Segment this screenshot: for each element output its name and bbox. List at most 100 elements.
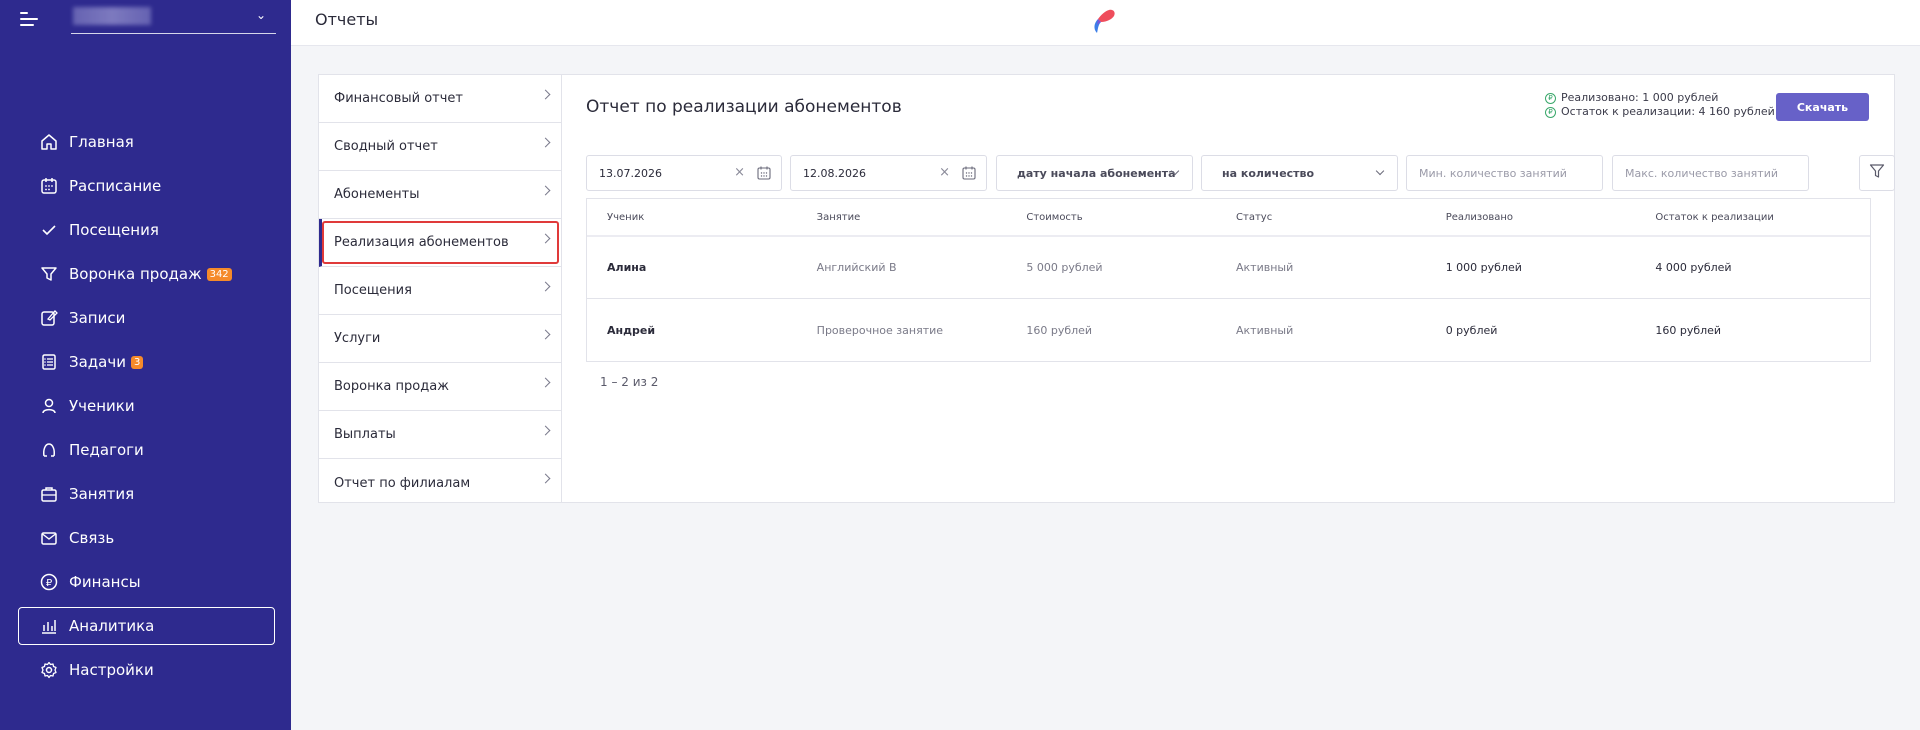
- table-row[interactable]: Андрей Проверочное занятие 160 рублей Ак…: [587, 299, 1870, 361]
- download-button[interactable]: Скачать: [1776, 93, 1869, 121]
- cell-lesson: Проверочное занятие: [816, 323, 944, 337]
- pagination-info: 1 – 2 из 2: [600, 375, 659, 389]
- cell-remaining: 4 000 рублей: [1655, 261, 1732, 274]
- cell-status: Активный: [1236, 323, 1294, 337]
- nav-item-label: Расписание: [69, 177, 162, 195]
- chevron-right-icon: [540, 329, 551, 340]
- nav-item-analytics[interactable]: Аналитика: [18, 607, 275, 645]
- report-panel: Отчет по реализации абонементов ₽ Реализо…: [562, 74, 1895, 503]
- nav-item-students[interactable]: Ученики: [18, 387, 275, 425]
- chevron-down-icon: [1375, 166, 1385, 176]
- report-item-subscription-realization[interactable]: Реализация абонементов: [319, 219, 561, 267]
- summary-remaining: ₽ Остаток к реализации: 4 160 рублей: [1545, 105, 1775, 119]
- cell-remaining: 160 рублей: [1655, 323, 1722, 337]
- cell-student: Андрей: [607, 323, 656, 337]
- ruble-coin-icon: ₽: [1545, 106, 1556, 118]
- nav-item-schedule[interactable]: Расписание: [18, 167, 275, 205]
- cell-cost: 160 рублей: [1026, 323, 1093, 337]
- cell-lesson: Английский B: [816, 261, 897, 274]
- count-type-select[interactable]: на количество: [1201, 155, 1398, 191]
- chevron-right-icon: [540, 425, 551, 436]
- report-item-summary[interactable]: Сводный отчет: [319, 123, 561, 171]
- nav-item-home[interactable]: Главная: [18, 123, 275, 161]
- nav-item-communication[interactable]: Связь: [18, 519, 275, 557]
- column-header[interactable]: Остаток к реализации: [1635, 212, 1870, 223]
- report-item-label: Воронка продаж: [334, 379, 449, 394]
- nav-item-label: Записи: [69, 309, 126, 327]
- check-icon: [39, 220, 59, 240]
- column-header[interactable]: Реализовано: [1426, 212, 1636, 223]
- report-item-sales-funnel[interactable]: Воронка продаж: [319, 363, 561, 411]
- date-type-select[interactable]: дату начала абонемента: [996, 155, 1193, 191]
- summary-remaining-text: Остаток к реализации: 4 160 рублей: [1561, 105, 1775, 118]
- calendar-icon[interactable]: [962, 166, 976, 180]
- max-lessons-input[interactable]: Макс. количество занятий: [1612, 155, 1809, 191]
- summary-realized: ₽ Реализовано: 1 000 рублей: [1545, 91, 1775, 105]
- nav-item-label: Финансы: [69, 573, 141, 591]
- report-item-label: Финансовый отчет: [334, 91, 463, 106]
- nav-item-classes[interactable]: Занятия: [18, 475, 275, 513]
- report-item-subscriptions[interactable]: Абонементы: [319, 171, 561, 219]
- column-header[interactable]: Стоимость: [1006, 212, 1216, 223]
- nav-item-teachers[interactable]: Педагоги: [18, 431, 275, 469]
- date-type-value: дату начала абонемента: [1017, 166, 1176, 180]
- count-badge: 342: [206, 267, 232, 281]
- main-nav: Главная Расписание Посещения Воронка про…: [18, 123, 275, 695]
- cell-cost: 5 000 рублей: [1026, 261, 1103, 274]
- date-from-value: 13.07.2026: [599, 166, 662, 180]
- count-type-value: на количество: [1222, 166, 1315, 180]
- report-item-payouts[interactable]: Выплаты: [319, 411, 561, 459]
- nav-item-finance[interactable]: ₽ Финансы: [18, 563, 275, 601]
- cell-status: Активный: [1236, 261, 1294, 274]
- report-item-label: Сводный отчет: [334, 139, 438, 154]
- organization-select[interactable]: ⌄: [71, 4, 276, 34]
- table-header: Ученик Занятие Стоимость Статус Реализов…: [587, 199, 1870, 237]
- menu-toggle-icon[interactable]: [20, 10, 42, 28]
- clear-icon[interactable]: ×: [734, 165, 745, 180]
- sidebar: ⌄ Главная Расписание Посещения Воронка п…: [0, 0, 291, 730]
- analytics-icon: [39, 616, 59, 636]
- nav-item-attendance[interactable]: Посещения: [18, 211, 275, 249]
- chevron-right-icon: [540, 233, 551, 244]
- sidebar-top: ⌄: [0, 0, 291, 40]
- chevron-right-icon: [540, 185, 551, 196]
- cell-realized: 1 000 рублей: [1445, 261, 1522, 274]
- report-item-branches[interactable]: Отчет по филиалам: [319, 459, 561, 507]
- nav-item-sales-funnel[interactable]: Воронка продаж 342: [18, 255, 275, 293]
- calendar-icon: [39, 176, 59, 196]
- page-title: Отчеты: [315, 10, 379, 29]
- column-header[interactable]: Ученик: [587, 212, 797, 223]
- nav-item-tasks[interactable]: Задачи 3: [18, 343, 275, 381]
- nav-item-label: Посещения: [69, 221, 159, 239]
- report-item-financial[interactable]: Финансовый отчет: [319, 75, 561, 123]
- nav-item-label: Ученики: [69, 397, 135, 415]
- min-lessons-input[interactable]: Мин. количество занятий: [1406, 155, 1603, 191]
- date-from-field[interactable]: 13.07.2026 ×: [586, 155, 782, 191]
- app-logo-icon[interactable]: [1087, 5, 1119, 35]
- ruble-icon: ₽: [39, 572, 59, 592]
- date-to-value: 12.08.2026: [803, 166, 866, 180]
- nav-item-label: Аналитика: [69, 617, 155, 635]
- column-header[interactable]: Статус: [1216, 212, 1426, 223]
- calendar-icon[interactable]: [757, 166, 771, 180]
- chevron-right-icon: [540, 89, 551, 100]
- column-header[interactable]: Занятие: [797, 212, 1007, 223]
- report-table: Ученик Занятие Стоимость Статус Реализов…: [586, 198, 1871, 362]
- date-to-field[interactable]: 12.08.2026 ×: [790, 155, 987, 191]
- edit-icon: [39, 308, 59, 328]
- mail-icon: [39, 528, 59, 548]
- report-item-services[interactable]: Услуги: [319, 315, 561, 363]
- nav-item-records[interactable]: Записи: [18, 299, 275, 337]
- nav-item-settings[interactable]: Настройки: [18, 651, 275, 689]
- clear-icon[interactable]: ×: [939, 165, 950, 180]
- organization-name-blurred: [73, 7, 151, 25]
- table-row[interactable]: Алина Английский B 5 000 рублей Активный…: [587, 237, 1870, 299]
- summary-realized-text: Реализовано: 1 000 рублей: [1561, 91, 1719, 104]
- nav-item-label: Занятия: [69, 485, 135, 503]
- settings-icon: [39, 660, 59, 680]
- report-item-attendance[interactable]: Посещения: [319, 267, 561, 315]
- funnel-icon: [39, 264, 59, 284]
- filter-button[interactable]: [1859, 155, 1895, 191]
- nav-item-label: Задачи: [69, 353, 126, 371]
- teacher-icon: [39, 440, 59, 460]
